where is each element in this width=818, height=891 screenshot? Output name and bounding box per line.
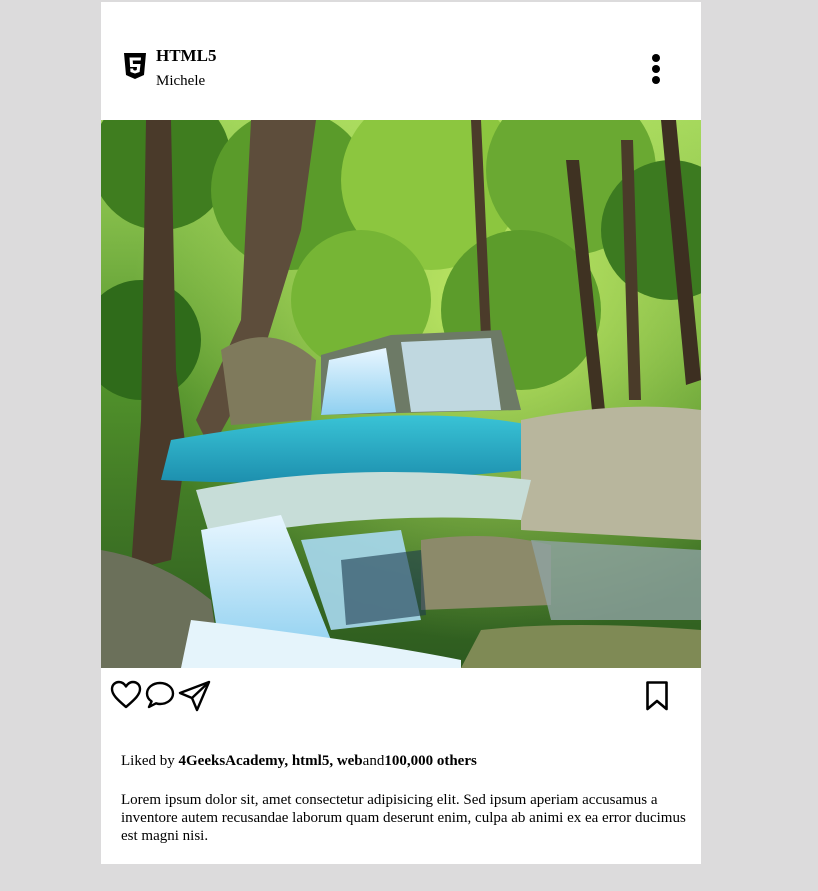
likes-connector: and: [362, 753, 385, 769]
likes-text: Liked by 4GeeksAcademy, html5, weband100…: [121, 752, 477, 770]
html5-logo-icon: [122, 52, 148, 80]
more-vertical-icon: [644, 54, 668, 84]
share-button[interactable]: [178, 680, 212, 717]
comment-button[interactable]: [144, 680, 176, 715]
more-options-button[interactable]: [644, 54, 668, 88]
post-image: [101, 120, 701, 668]
likes-names[interactable]: 4GeeksAcademy, html5, web: [179, 753, 363, 769]
likes-count[interactable]: 100,000 others: [384, 753, 477, 769]
likes-prefix: Liked by: [121, 753, 179, 769]
post-card: HTML5 Michele Liked by 4GeeksAcademy, ht…: [101, 2, 701, 864]
save-button[interactable]: [645, 680, 669, 717]
comment-icon: [145, 681, 175, 709]
user-name[interactable]: Michele: [156, 71, 216, 91]
post-header: HTML5 Michele: [101, 2, 701, 120]
like-button[interactable]: [110, 680, 142, 715]
action-bar: [101, 668, 701, 728]
account-info: HTML5 Michele: [156, 46, 216, 91]
heart-icon: [110, 680, 142, 709]
bookmark-icon: [646, 681, 668, 711]
account-name[interactable]: HTML5: [156, 46, 216, 66]
post-caption: Lorem ipsum dolor sit, amet consectetur …: [121, 792, 686, 844]
send-icon: [178, 680, 211, 712]
